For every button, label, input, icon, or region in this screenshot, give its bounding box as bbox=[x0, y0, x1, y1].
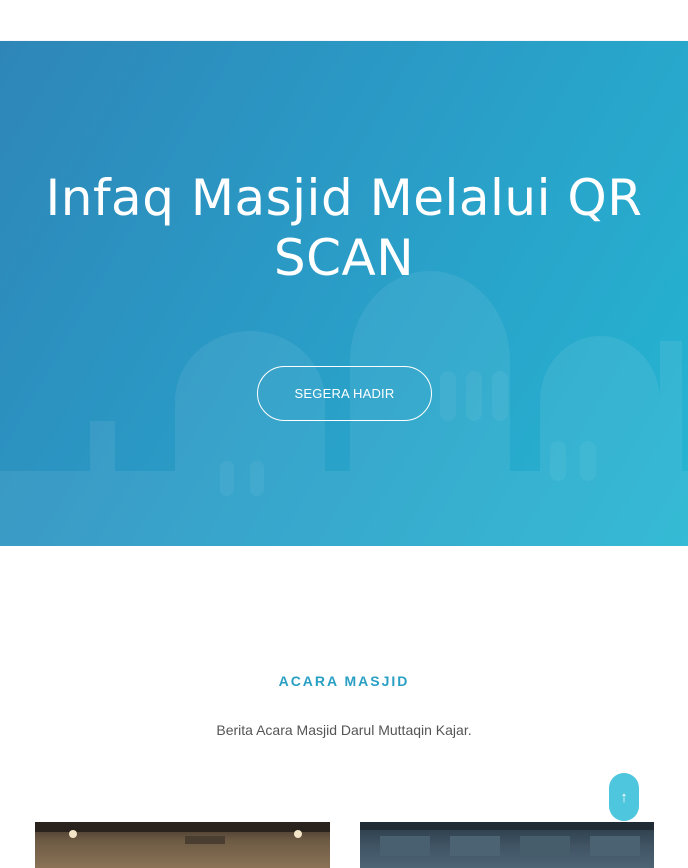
event-photo bbox=[35, 822, 330, 844]
scroll-to-top-button[interactable]: ↑ bbox=[609, 773, 639, 821]
event-card-image[interactable] bbox=[35, 822, 330, 868]
event-card-image[interactable] bbox=[360, 822, 654, 868]
hero-banner: Infaq Masjid Melalui QR SCAN SEGERA HADI… bbox=[0, 41, 688, 546]
section-title: ACARA MASJID bbox=[278, 673, 410, 689]
event-photo bbox=[360, 822, 654, 856]
top-navbar bbox=[0, 0, 688, 40]
coming-soon-button[interactable]: SEGERA HADIR bbox=[257, 366, 432, 421]
arrow-up-icon: ↑ bbox=[620, 788, 628, 806]
mosque-background-image bbox=[0, 271, 688, 546]
hero-title: Infaq Masjid Melalui QR SCAN bbox=[45, 169, 643, 287]
section-subtitle: Berita Acara Masjid Darul Muttaqin Kajar… bbox=[216, 722, 472, 738]
